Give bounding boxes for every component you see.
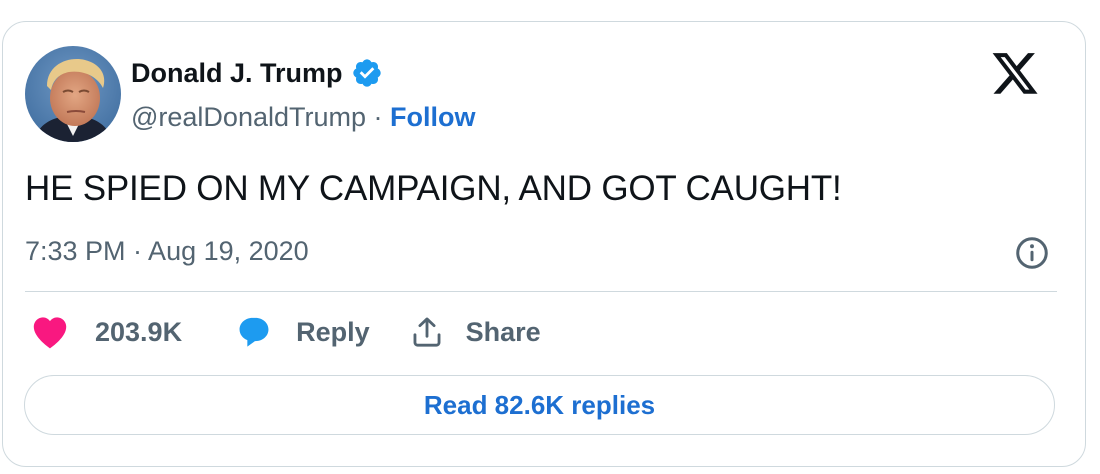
tweet-card: Donald J. Trump @realDonaldTrump · Follo…: [2, 21, 1086, 467]
read-replies-button[interactable]: Read 82.6K replies: [24, 375, 1055, 435]
author-handle[interactable]: @realDonaldTrump: [131, 102, 366, 132]
share-icon: [413, 317, 441, 347]
like-count: 203.9K: [95, 316, 183, 347]
tweet-text: HE SPIED ON MY CAMPAIGN, AND GOT CAUGHT!: [25, 169, 842, 208]
author-name[interactable]: Donald J. Trump: [131, 58, 343, 89]
like-button[interactable]: 203.9K: [31, 315, 182, 349]
author-name-row: Donald J. Trump: [131, 57, 383, 89]
follow-button[interactable]: Follow: [390, 102, 475, 132]
handle-row: @realDonaldTrump · Follow: [131, 102, 475, 133]
info-icon[interactable]: [1014, 235, 1050, 271]
avatar[interactable]: [25, 46, 121, 142]
share-button[interactable]: Share: [410, 315, 541, 349]
verified-badge-icon: [352, 59, 381, 87]
handle-separator: ·: [366, 102, 390, 132]
reply-label: Reply: [296, 316, 370, 347]
avatar-image: [25, 46, 121, 142]
divider: [25, 291, 1057, 292]
tweet-timestamp[interactable]: 7:33 PM · Aug 19, 2020: [25, 236, 309, 267]
x-logo-icon[interactable]: [990, 52, 1040, 98]
heart-icon: [33, 317, 67, 349]
reply-button[interactable]: Reply: [236, 315, 370, 349]
speech-bubble-icon: [239, 317, 269, 347]
action-bar: 203.9K Reply Share: [31, 315, 541, 349]
share-label: Share: [465, 316, 541, 347]
